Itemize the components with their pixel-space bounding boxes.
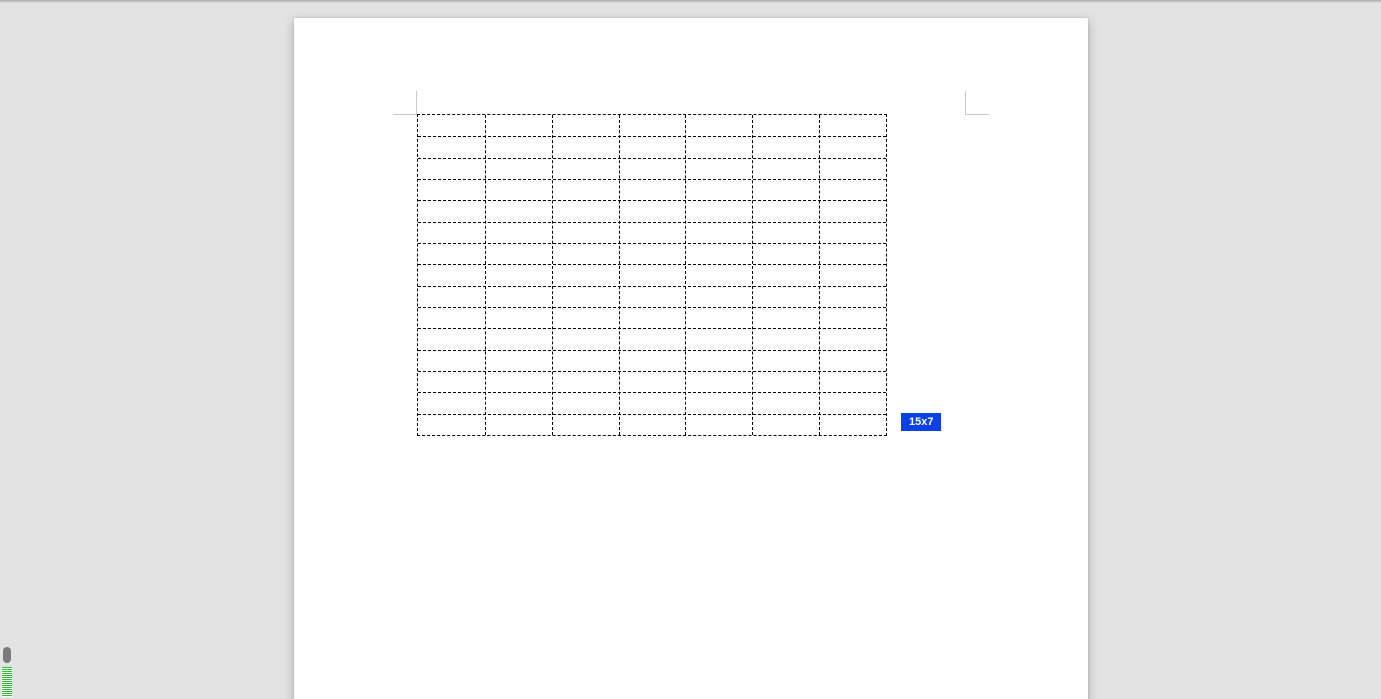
margin-corner-top-right bbox=[965, 91, 989, 115]
table-preview-hline bbox=[418, 264, 886, 265]
table-preview-hline bbox=[418, 392, 886, 393]
table-preview-hline bbox=[418, 328, 886, 329]
table-preview-hline bbox=[418, 350, 886, 351]
scrollbar-indicator-icon bbox=[2, 667, 12, 697]
table-preview-vline bbox=[619, 115, 620, 435]
table-preview-vline bbox=[819, 115, 820, 435]
table-preview-hline bbox=[418, 179, 886, 180]
table-preview-hline bbox=[418, 243, 886, 244]
top-shadow bbox=[0, 0, 1381, 3]
table-preview-hline bbox=[418, 414, 886, 415]
table-preview-hline bbox=[418, 307, 886, 308]
table-preview-vline bbox=[752, 115, 753, 435]
table-preview-hline bbox=[418, 286, 886, 287]
table-preview-hline bbox=[418, 136, 886, 137]
table-preview-hline bbox=[418, 200, 886, 201]
document-page[interactable]: 15x7 bbox=[294, 18, 1088, 699]
table-size-tooltip-label: 15x7 bbox=[909, 416, 933, 428]
table-preview-vline bbox=[552, 115, 553, 435]
table-preview-hline bbox=[418, 158, 886, 159]
table-size-tooltip: 15x7 bbox=[901, 413, 941, 431]
table-preview-vline bbox=[685, 115, 686, 435]
margin-corner-top-left bbox=[393, 91, 417, 115]
table-preview-hline bbox=[418, 371, 886, 372]
table-preview-hline bbox=[418, 222, 886, 223]
table-preview-vline bbox=[485, 115, 486, 435]
scrollbar-thumb[interactable] bbox=[3, 647, 11, 663]
table-insert-preview[interactable] bbox=[417, 114, 887, 436]
vertical-scrollbar[interactable] bbox=[0, 647, 14, 699]
document-workspace: 15x7 bbox=[0, 0, 1381, 699]
